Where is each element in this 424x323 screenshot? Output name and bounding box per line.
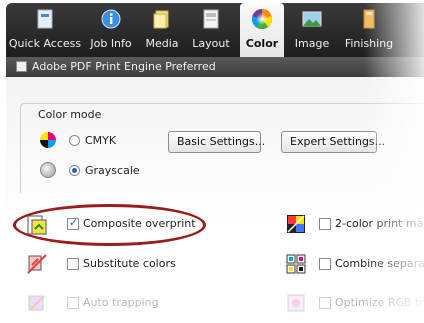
layout-icon <box>203 9 219 29</box>
pdf-engine-checkbox[interactable] <box>16 61 27 72</box>
two-color-print-icon <box>287 215 305 233</box>
cmyk-radio[interactable] <box>69 135 80 146</box>
pdf-engine-bar: Adobe PDF Print Engine Preferred <box>6 57 424 77</box>
image-icon <box>302 11 322 27</box>
two-color-print-checkbox[interactable] <box>319 218 331 230</box>
finishing-icon <box>363 9 375 29</box>
combine-separations-label: Combine separat <box>335 257 424 270</box>
auto-trapping-icon <box>28 295 45 311</box>
cmyk-label: CMYK <box>85 134 117 147</box>
highlight-ellipse <box>13 204 206 246</box>
tab-quick-access[interactable]: Quick Access <box>8 3 82 57</box>
color-mode-title: Color mode <box>38 108 102 121</box>
tab-finishing[interactable]: Finishing <box>340 3 398 57</box>
combine-separations-icon <box>286 254 306 274</box>
optimize-rgb-label: Optimize RGB tr <box>335 296 424 309</box>
pdf-engine-label: Adobe PDF Print Engine Preferred <box>32 60 216 73</box>
combine-separations-checkbox[interactable] <box>319 258 331 270</box>
grayscale-icon <box>40 162 56 178</box>
tab-layout[interactable]: Layout <box>186 3 236 57</box>
optimize-rgb-checkbox[interactable] <box>319 297 331 309</box>
media-icon <box>153 10 169 29</box>
tab-media[interactable]: Media <box>140 3 184 57</box>
color-wheel-icon <box>252 9 272 30</box>
basic-settings-button[interactable]: Basic Settings... <box>168 131 265 153</box>
auto-trapping-checkbox[interactable] <box>67 297 79 309</box>
substitute-colors-label: Substitute colors <box>83 257 176 270</box>
auto-trapping-label: Auto trapping <box>83 296 159 309</box>
tab-job-info[interactable]: Job Info <box>84 3 138 57</box>
grayscale-radio[interactable] <box>69 165 80 176</box>
expert-settings-button[interactable]: Expert Settings... <box>281 131 385 153</box>
substitute-colors-checkbox[interactable] <box>67 258 79 270</box>
tab-image[interactable]: Image <box>288 3 336 57</box>
optimize-rgb-icon <box>287 294 305 312</box>
grayscale-label: Grayscale <box>85 164 140 177</box>
quick-access-icon <box>37 9 53 29</box>
info-icon <box>101 9 121 29</box>
two-color-print-label: 2-color print ma <box>335 217 424 230</box>
substitute-colors-icon <box>27 254 47 274</box>
tab-color[interactable]: Color <box>240 3 284 57</box>
main-toolbar: Quick Access Job Info Media Layout Color… <box>6 3 424 57</box>
cmyk-icon <box>40 132 56 148</box>
